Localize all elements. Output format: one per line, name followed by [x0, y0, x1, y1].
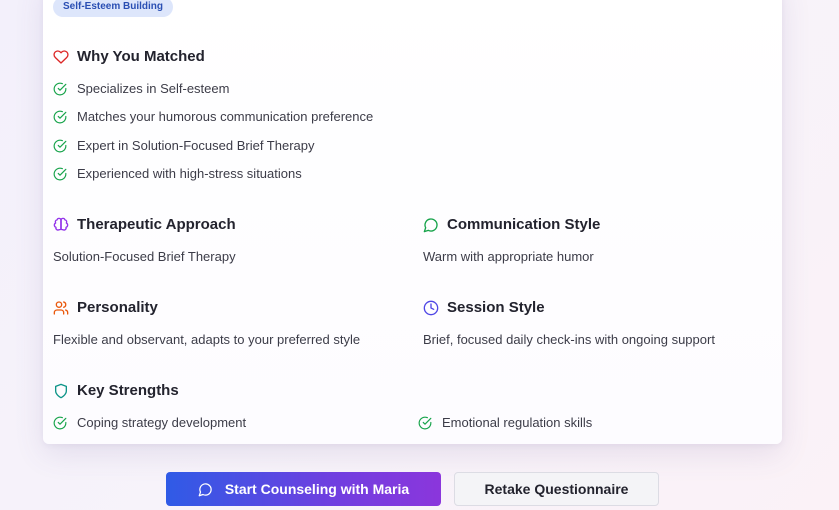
check-circle-icon: [53, 167, 67, 180]
heart-icon: [53, 49, 69, 64]
check-circle-icon: [53, 110, 67, 123]
strength-text: Emotional regulation skills: [442, 415, 593, 430]
match-reason-text: Expert in Solution-Focused Brief Therapy: [77, 138, 315, 153]
therapeutic-approach-text: Solution-Focused Brief Therapy: [53, 249, 236, 264]
brain-icon: [53, 217, 69, 231]
therapeutic-approach-title: Therapeutic Approach: [77, 216, 236, 233]
list-item: Matches your humorous communication pref…: [53, 109, 373, 124]
why-matched-title: Why You Matched: [77, 48, 205, 65]
start-counseling-label: Start Counseling with Maria: [224, 481, 410, 497]
shield-icon: [55, 383, 67, 398]
list-item: Emotional regulation skills: [418, 415, 592, 430]
communication-style-text: Warm with appropriate humor: [423, 249, 594, 264]
why-matched-heading: Why You Matched: [53, 48, 205, 65]
strength-text: Coping strategy development: [77, 415, 247, 430]
therapeutic-approach-heading: Therapeutic Approach: [53, 216, 236, 233]
check-circle-icon: [53, 416, 67, 429]
session-style-text: Brief, focused daily check-ins with ongo…: [423, 332, 715, 347]
match-reason-text: Matches your humorous communication pref…: [77, 109, 374, 124]
check-circle-icon: [53, 82, 67, 95]
retake-questionnaire-button[interactable]: Retake Questionnaire: [454, 472, 659, 506]
message-circle-icon: [198, 482, 212, 496]
check-circle-icon: [418, 416, 432, 429]
communication-style-heading: Communication Style: [423, 216, 600, 233]
list-item: Specializes in Self-esteem: [53, 81, 229, 96]
session-style-heading: Session Style: [423, 299, 545, 316]
clock-icon: [423, 300, 439, 315]
list-item: Coping strategy development: [53, 415, 246, 430]
session-style-title: Session Style: [447, 299, 545, 316]
key-strengths-heading: Key Strengths: [53, 382, 179, 399]
key-strengths-title: Key Strengths: [77, 382, 179, 399]
personality-heading: Personality: [53, 299, 158, 316]
match-reason-text: Experienced with high-stress situations: [77, 166, 302, 181]
list-item: Experienced with high-stress situations: [53, 166, 302, 181]
start-counseling-button[interactable]: Start Counseling with Maria: [166, 472, 441, 506]
personality-title: Personality: [77, 299, 158, 316]
list-item: Expert in Solution-Focused Brief Therapy: [53, 138, 315, 153]
message-circle-icon: [423, 217, 438, 232]
match-reason-text: Specializes in Self-esteem: [77, 81, 230, 96]
personality-text: Flexible and observant, adapts to your p…: [53, 332, 361, 347]
users-icon: [53, 300, 69, 315]
check-circle-icon: [53, 139, 67, 152]
communication-style-title: Communication Style: [447, 216, 601, 233]
specialty-badge: Self-Esteem Building: [53, 0, 174, 17]
